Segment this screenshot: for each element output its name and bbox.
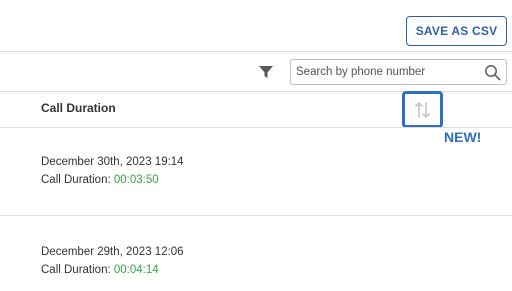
divider — [0, 215, 512, 216]
new-badge: NEW! — [444, 129, 482, 145]
table-row: December 29th, 2023 12:06 Call Duration:… — [41, 243, 184, 279]
divider — [0, 51, 512, 52]
filter-icon[interactable] — [258, 64, 274, 80]
search-input[interactable] — [292, 61, 478, 83]
column-header-call-duration: Call Duration — [41, 101, 116, 115]
table-row: December 30th, 2023 19:14 Call Duration:… — [41, 153, 184, 189]
call-duration-label: Call Duration: — [41, 174, 114, 186]
call-duration: Call Duration: 00:04:14 — [41, 261, 184, 279]
sort-button[interactable] — [402, 91, 443, 128]
call-duration-value: 00:03:50 — [113, 174, 159, 186]
sort-icon — [414, 100, 432, 120]
call-duration: Call Duration: 00:03:50 — [41, 171, 184, 189]
call-duration-label: Call Duration: — [41, 264, 114, 276]
save-as-csv-button[interactable]: SAVE AS CSV — [406, 16, 507, 46]
call-duration-value: 00:04:14 — [113, 264, 159, 276]
search-box — [290, 59, 507, 85]
search-icon[interactable] — [484, 64, 501, 81]
divider — [0, 127, 512, 128]
call-datetime: December 29th, 2023 12:06 — [41, 246, 184, 258]
call-datetime: December 30th, 2023 19:14 — [41, 156, 184, 168]
